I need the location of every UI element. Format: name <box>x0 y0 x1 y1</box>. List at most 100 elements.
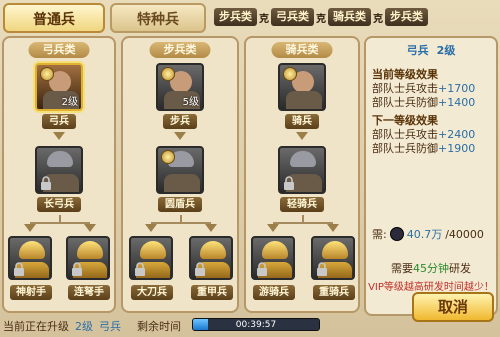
arrow-down-icon <box>174 132 186 140</box>
cavalry-column: 骑兵类 骑兵 轻骑兵 游骑兵 重骑兵 <box>244 36 360 313</box>
chain-cavalry: 骑兵类 <box>328 8 371 26</box>
arrow-down-icon <box>84 224 96 232</box>
unit-label: 连弩手 <box>68 285 110 300</box>
lock-icon <box>317 262 327 276</box>
unit-label: 步兵 <box>163 114 197 129</box>
research-cost: 需: 40.7万/40000 <box>372 226 484 242</box>
need-prefix: 需要 <box>391 262 413 275</box>
arrow-down-icon <box>267 224 279 232</box>
stat-value: +1900 <box>438 142 476 155</box>
unit-light-cavalry[interactable] <box>278 146 326 194</box>
unit-label: 神射手 <box>10 285 52 300</box>
counter-icon: 克 <box>259 13 269 25</box>
chain-infantry: 步兵类 <box>214 8 257 26</box>
tab-special-troops[interactable]: 特种兵 <box>110 3 206 33</box>
need-suffix: 研发 <box>449 262 471 275</box>
counter-icon: 克 <box>373 13 383 25</box>
detail-unit-name: 弓兵 <box>406 44 429 57</box>
counter-icon: 克 <box>316 13 326 25</box>
stat-value: +1400 <box>438 96 476 109</box>
chain-infantry-end: 步兵类 <box>385 8 428 26</box>
arrow-down-icon <box>205 224 217 232</box>
cancel-button[interactable]: 取消 <box>412 292 494 322</box>
unit-label: 轻骑兵 <box>280 197 324 212</box>
tree-connector <box>151 222 211 224</box>
lock-icon <box>135 262 145 276</box>
arrow-down-icon <box>145 224 157 232</box>
unit-body <box>286 91 322 109</box>
unit-label: 重骑兵 <box>313 285 355 300</box>
unit-repeater[interactable] <box>66 236 110 280</box>
research-token-icon <box>40 67 54 81</box>
cost-required: /40000 <box>445 227 484 241</box>
arrow-down-icon <box>296 132 308 140</box>
column-title: 弓兵类 <box>28 42 90 58</box>
unit-infantry[interactable]: 5级 <box>156 63 204 111</box>
detail-unit-level: 2级 <box>436 44 456 57</box>
research-window: 普通兵 特种兵 步兵类 克 弓兵类 克 骑兵类 克 步兵类 弓兵类 2级 弓兵 … <box>0 0 500 337</box>
helmet-icon <box>47 151 73 167</box>
current-defense: 部队士兵防御+1400 <box>372 94 475 110</box>
lock-icon <box>257 262 267 276</box>
gold-helmet-icon <box>200 241 226 259</box>
lock-icon <box>14 262 24 276</box>
gold-helmet-icon <box>19 241 45 259</box>
unit-heavy-cavalry[interactable] <box>311 236 355 280</box>
unit-heavy-armor[interactable] <box>189 236 233 280</box>
chain-archer: 弓兵类 <box>271 8 314 26</box>
gold-helmet-icon <box>322 241 348 259</box>
column-title: 步兵类 <box>149 42 211 58</box>
vip-note: VIP等级越高研发时间越少！ <box>368 282 494 293</box>
detail-title: 弓兵 2级 <box>366 42 496 58</box>
lock-icon <box>284 176 294 190</box>
research-time: 需要45分钟研发 <box>366 260 496 276</box>
unit-longbow[interactable] <box>35 146 83 194</box>
archer-column: 弓兵类 2级 弓兵 长弓兵 神射手 连弩手 <box>2 36 116 313</box>
research-token-icon <box>283 67 297 81</box>
unit-label: 骑兵 <box>285 114 319 129</box>
gold-helmet-icon <box>140 241 166 259</box>
research-token-icon <box>161 67 175 81</box>
unit-round-shield[interactable] <box>156 146 204 194</box>
cost-label: 需: <box>372 228 387 241</box>
lock-icon <box>72 262 82 276</box>
upgrading-label: 当前正在升级 <box>3 319 69 333</box>
cost-current: 40.7万 <box>406 228 443 241</box>
arrow-down-icon <box>24 224 36 232</box>
unit-body <box>164 174 200 192</box>
tab-regular-troops[interactable]: 普通兵 <box>3 3 105 33</box>
tree-connector <box>30 222 90 224</box>
lock-icon <box>195 262 205 276</box>
upgrading-level: 2级 <box>75 319 93 333</box>
detail-panel: 弓兵 2级 当前等级效果 部队士兵攻击+1700 部队士兵防御+1400 下一等级… <box>364 36 498 316</box>
upgrading-unit: 弓兵 <box>99 319 121 333</box>
arrow-down-icon <box>327 224 339 232</box>
unit-level: 2级 <box>61 97 78 108</box>
gold-helmet-icon <box>77 241 103 259</box>
arrow-down-icon <box>53 132 65 140</box>
infantry-column: 步兵类 5级 步兵 圆盾兵 大刀兵 重甲兵 <box>121 36 239 313</box>
upgrade-progress-bar: 00:39:57 <box>192 318 320 331</box>
iron-ore-icon <box>389 227 404 241</box>
unit-label: 重甲兵 <box>191 285 233 300</box>
unit-label: 长弓兵 <box>37 197 81 212</box>
next-defense: 部队士兵防御+1900 <box>372 140 475 156</box>
unit-cavalry[interactable] <box>278 63 326 111</box>
need-time: 45分钟 <box>413 262 449 275</box>
counter-chain: 步兵类 克 弓兵类 克 骑兵类 克 步兵类 <box>214 6 498 28</box>
research-token-icon <box>161 150 175 164</box>
lock-icon <box>41 176 51 190</box>
unit-ranger-cavalry[interactable] <box>251 236 295 280</box>
unit-label: 圆盾兵 <box>158 197 202 212</box>
unit-sharpshooter[interactable] <box>8 236 52 280</box>
unit-archer[interactable]: 2级 <box>35 63 83 111</box>
remaining-timer: 00:39:57 <box>235 320 277 330</box>
column-title: 骑兵类 <box>271 42 333 58</box>
tree-connector <box>273 222 333 224</box>
gold-helmet-icon <box>262 241 288 259</box>
unit-level: 5级 <box>182 97 199 108</box>
remaining-label: 剩余时间 <box>137 319 181 333</box>
unit-label: 游骑兵 <box>253 285 295 300</box>
unit-broadsword[interactable] <box>129 236 173 280</box>
unit-label: 弓兵 <box>42 114 76 129</box>
